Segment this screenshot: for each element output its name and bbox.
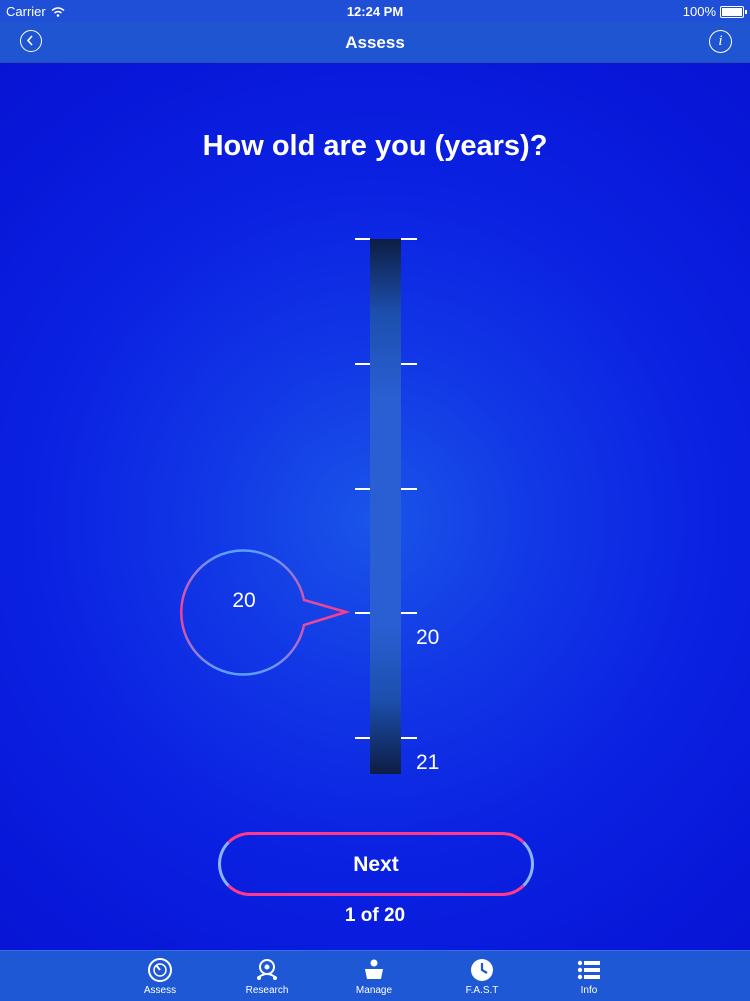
info-icon: i bbox=[718, 33, 723, 49]
slider-tick bbox=[355, 238, 370, 240]
gauge-icon bbox=[148, 958, 172, 982]
battery-status: 100% bbox=[682, 4, 747, 19]
tab-bar: Assess Research Manage F.A.S.T Info bbox=[0, 950, 750, 1001]
info-button[interactable]: i bbox=[709, 30, 732, 53]
age-slider-track[interactable] bbox=[370, 239, 401, 774]
nav-bar: Assess i bbox=[0, 22, 750, 63]
battery-percent: 100% bbox=[682, 4, 716, 19]
tab-label: Info bbox=[580, 985, 598, 996]
list-icon bbox=[577, 960, 600, 980]
tab-assess[interactable]: Assess bbox=[120, 957, 200, 996]
tab-label: Research bbox=[245, 985, 289, 996]
selected-age-value: 20 bbox=[232, 589, 256, 612]
slider-tick bbox=[401, 488, 417, 490]
tick-label-20: 20 bbox=[416, 626, 440, 649]
slider-tick bbox=[355, 737, 370, 739]
slider-tick bbox=[401, 612, 417, 614]
battery-icon bbox=[720, 5, 747, 18]
status-bar: Carrier 12:24 PM 100% bbox=[0, 0, 750, 22]
tab-label: Assess bbox=[143, 985, 177, 996]
tab-label: F.A.S.T bbox=[465, 985, 499, 996]
slider-tick bbox=[355, 363, 370, 365]
slider-tick bbox=[401, 363, 417, 365]
tick-label-21: 21 bbox=[416, 751, 440, 774]
manage-icon bbox=[365, 959, 383, 979]
tab-manage[interactable]: Manage bbox=[334, 957, 414, 996]
question-progress: 1 of 20 bbox=[344, 905, 406, 926]
question-text: How old are you (years)? bbox=[202, 130, 548, 162]
slider-tick bbox=[355, 612, 370, 614]
research-icon bbox=[257, 959, 277, 980]
slider-tick bbox=[401, 238, 417, 240]
slider-tick bbox=[355, 488, 370, 490]
status-time: 12:24 PM bbox=[346, 4, 404, 19]
tab-research[interactable]: Research bbox=[227, 957, 307, 996]
tab-info[interactable]: Info bbox=[549, 957, 629, 996]
clock-icon bbox=[471, 959, 493, 981]
nav-title: Assess bbox=[345, 33, 405, 52]
slider-tick bbox=[401, 737, 417, 739]
tab-label: Manage bbox=[355, 985, 393, 996]
screen: Carrier 12:24 PM 100% Assess i How old a… bbox=[0, 0, 750, 1001]
tab-fast[interactable]: F.A.S.T bbox=[442, 957, 522, 996]
next-button[interactable]: Next bbox=[218, 832, 534, 896]
